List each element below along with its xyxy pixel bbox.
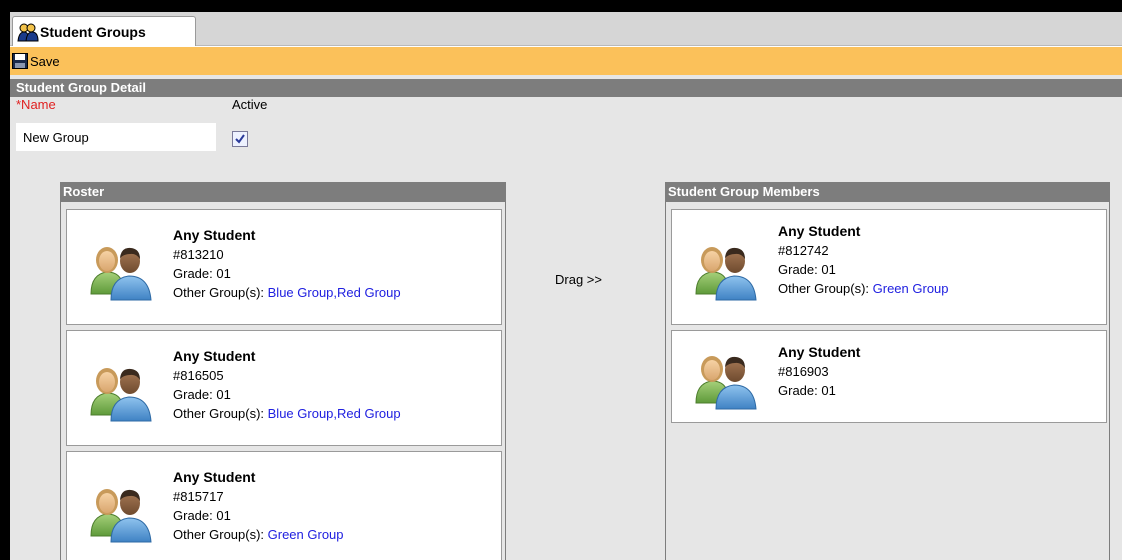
roster-student-card[interactable]: Any Student #816505 Grade: 01 Other Grou… [66, 330, 502, 446]
students-avatar-icon [87, 476, 155, 544]
student-name: Any Student [173, 227, 256, 243]
student-id: #815717 [173, 489, 224, 504]
roster-student-card[interactable]: Any Student #813210 Grade: 01 Other Grou… [66, 209, 502, 325]
student-grade: Grade: 01 [173, 508, 231, 523]
roster-panel: Roster Any Student #813210 Grade: 01 Oth… [60, 182, 506, 560]
detail-header: Student Group Detail [10, 79, 1122, 97]
checkmark-icon [235, 134, 245, 144]
members-header: Student Group Members [666, 182, 1109, 202]
students-avatar-icon [87, 355, 155, 423]
other-groups-label: Other Group(s): [173, 285, 268, 300]
active-checkbox[interactable] [232, 131, 248, 147]
other-groups-label: Other Group(s): [778, 281, 873, 296]
toolbar: Save [10, 47, 1122, 75]
floppy-disk-icon [12, 53, 28, 69]
student-other-groups: Other Group(s): Green Group [778, 279, 949, 298]
students-avatar-icon [692, 234, 760, 302]
other-groups-value: Blue Group,Red Group [267, 285, 401, 300]
tab-student-groups[interactable]: Student Groups [12, 16, 196, 46]
member-student-card[interactable]: Any Student #812742 Grade: 01 Other Grou… [671, 209, 1107, 325]
student-other-groups: Other Group(s): Blue Group,Red Group [173, 404, 401, 423]
member-student-card[interactable]: Any Student #816903 Grade: 01 [671, 330, 1107, 423]
student-name: Any Student [173, 469, 256, 485]
other-groups-value: Green Group [267, 527, 344, 542]
student-id: #812742 [778, 243, 829, 258]
roster-student-card[interactable]: Any Student #815717 Grade: 01 Other Grou… [66, 451, 502, 560]
main-content: Student Group Detail *Name Active Roster… [10, 75, 1122, 560]
other-groups-value: Blue Group,Red Group [267, 406, 401, 421]
members-panel: Student Group Members Any Student #81274… [665, 182, 1110, 560]
active-label: Active [232, 97, 268, 112]
name-input[interactable] [16, 123, 216, 151]
students-icon [17, 23, 39, 41]
student-grade: Grade: 01 [173, 387, 231, 402]
drag-hint: Drag >> [555, 272, 602, 287]
roster-header: Roster [61, 182, 505, 202]
other-groups-label: Other Group(s): [173, 527, 268, 542]
student-id: #813210 [173, 247, 224, 262]
students-avatar-icon [692, 343, 760, 411]
window-frame-top [0, 0, 1122, 12]
save-label: Save [30, 53, 60, 69]
student-grade: Grade: 01 [778, 383, 836, 398]
name-label: *Name [16, 97, 56, 112]
student-other-groups: Other Group(s): Green Group [173, 525, 344, 544]
student-other-groups: Other Group(s): Blue Group,Red Group [173, 283, 401, 302]
student-grade: Grade: 01 [173, 266, 231, 281]
student-name: Any Student [778, 344, 861, 360]
student-grade: Grade: 01 [778, 262, 836, 277]
student-name: Any Student [173, 348, 256, 364]
students-avatar-icon [87, 234, 155, 302]
student-id: #816505 [173, 368, 224, 383]
save-button[interactable]: Save [12, 53, 60, 69]
other-groups-label: Other Group(s): [173, 406, 268, 421]
student-id: #816903 [778, 364, 829, 379]
tab-label: Student Groups [40, 23, 146, 40]
window-frame-left [0, 0, 10, 560]
student-name: Any Student [778, 223, 861, 239]
other-groups-value: Green Group [872, 281, 949, 296]
tab-bar: Student Groups [10, 12, 1122, 46]
